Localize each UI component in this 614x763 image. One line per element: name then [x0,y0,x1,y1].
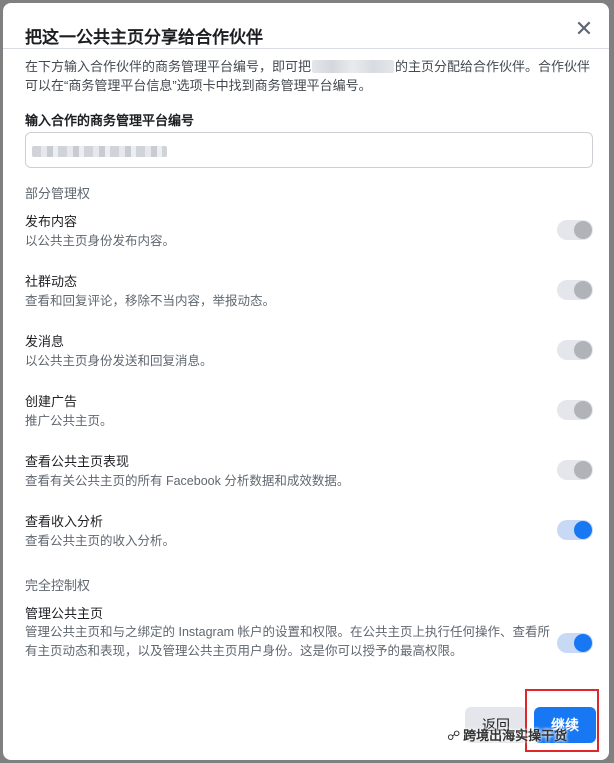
toggle-insights[interactable] [557,460,593,480]
perm-title-revenue: 查看收入分析 [25,514,104,529]
intro-text-part1: 在下方输入合作伙伴的商务管理平台编号，即可把 [25,59,312,74]
toggle-knob [574,341,592,359]
share-page-dialog: 把这一公共主页分享给合作伙伴 ✕ 在下方输入合作伙伴的商务管理平台编号，即可把的… [3,3,609,760]
full-control-heading: 完全控制权 [25,578,91,593]
toggle-knob [574,221,592,239]
wechat-icon: ☍ [447,729,461,744]
toggle-manage[interactable] [557,633,593,653]
toggle-knob [574,634,592,652]
toggle-messages[interactable] [557,340,593,360]
watermark: ☍ 跨境出海实操干货 [447,725,567,744]
perm-desc-insights: 查看有关公共主页的所有 Facebook 分析数据和成效数据。 [25,474,350,488]
perm-desc-community: 查看和回复评论，移除不当内容，举报动态。 [25,294,276,308]
partial-access-heading: 部分管理权 [25,186,91,201]
perm-desc-manage: 管理公共主页和与之绑定的 Instagram 帐户的设置和权限。在公共主页上执行… [25,625,551,658]
perm-desc-revenue: 查看公共主页的收入分析。 [25,534,176,548]
perm-desc-messages: 以公共主页身份发送和回复消息。 [25,354,213,368]
toggle-knob [574,401,592,419]
toggle-community[interactable] [557,280,593,300]
close-icon[interactable]: ✕ [571,17,597,43]
toggle-knob [574,281,592,299]
perm-desc-ads: 推广公共主页。 [25,414,113,428]
dialog-title: 把这一公共主页分享给合作伙伴 [25,28,263,47]
perm-title-community: 社群动态 [25,274,78,289]
perm-desc-publish: 以公共主页身份发布内容。 [25,234,176,248]
perm-title-messages: 发消息 [25,334,65,349]
toggle-revenue[interactable] [557,520,593,540]
perm-title-manage: 管理公共主页 [25,606,104,621]
perm-title-insights: 查看公共主页表现 [25,454,130,469]
bm-id-label: 输入合作的商务管理平台编号 [25,113,195,128]
toggle-knob [574,461,592,479]
toggle-knob [574,521,592,539]
watermark-text: 跨境出海实操干货 [463,728,568,743]
header-divider [3,48,609,49]
blurred-page-name [312,60,395,73]
toggle-publish[interactable] [557,220,593,240]
perm-title-publish: 发布内容 [25,214,78,229]
intro-text: 在下方输入合作伙伴的商务管理平台编号，即可把 的主页分配给合作伙伴。合作伙伴可以在… [25,57,593,95]
bm-id-input[interactable] [25,132,593,168]
perm-title-ads: 创建广告 [25,394,78,409]
toggle-ads[interactable] [557,400,593,420]
